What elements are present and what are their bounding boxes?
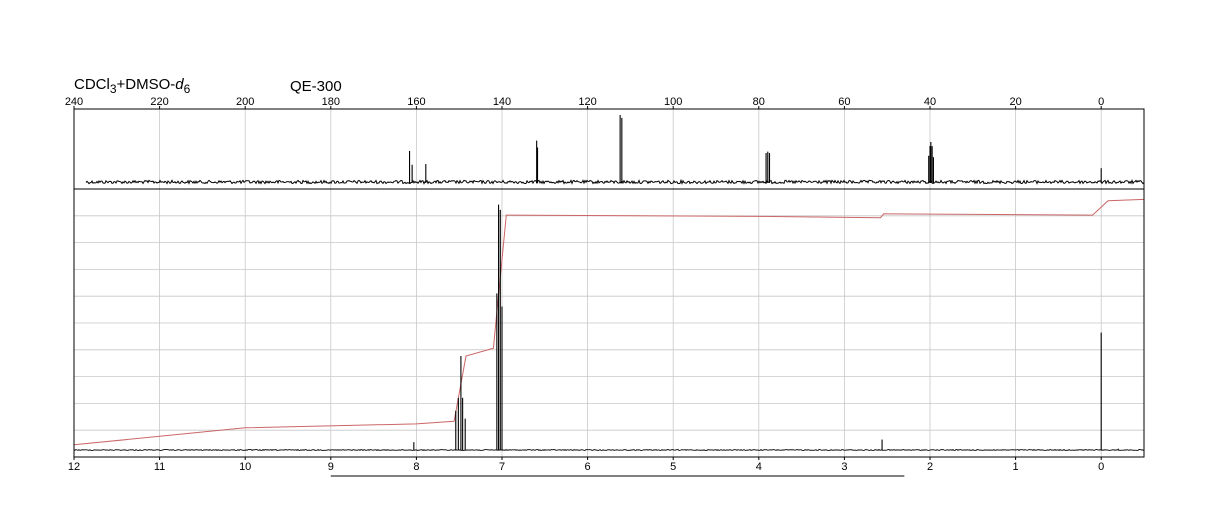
c13-tick-label: 180 xyxy=(322,96,340,108)
c13-x-axis: 240 220 200 180 160 140 120 100 80 60 40 20 0 xyxy=(65,96,1104,109)
c13-frame xyxy=(73,108,1145,190)
c13-tick-label: 0 xyxy=(1098,96,1104,108)
h1-tick-label: 0 xyxy=(1098,461,1104,473)
h1-tick-label: 11 xyxy=(154,461,165,473)
h1-grid xyxy=(74,189,1144,457)
c13-tick-label: 140 xyxy=(493,96,511,108)
h1-tick-label: 4 xyxy=(756,461,762,473)
h1-spectrum xyxy=(73,204,1145,451)
c13-tick-label: 40 xyxy=(924,96,936,108)
h1-tick-label: 7 xyxy=(499,461,505,473)
c13-tick-label: 20 xyxy=(1009,96,1021,108)
plot-frames xyxy=(73,108,1145,458)
c13-baseline-trace xyxy=(85,178,1145,186)
nmr-figure: CDCl3+DMSO-d6 QE-300 240 220 200 180 160 140 1… xyxy=(0,0,1224,528)
h1-tick-label: 2 xyxy=(927,461,933,473)
h1-tick-label: 9 xyxy=(328,461,334,473)
c13-tick-label: 240 xyxy=(65,96,83,108)
h1-tick-label: 8 xyxy=(413,461,419,473)
c13-tick-label: 120 xyxy=(578,96,596,108)
c13-tick-label: 160 xyxy=(407,96,425,108)
h1-tick-label: 10 xyxy=(239,461,251,473)
integral-curve xyxy=(73,198,1145,446)
c13-tick-label: 60 xyxy=(838,96,850,108)
h1-x-axis: 12 11 10 9 8 7 6 5 4 3 2 1 0 xyxy=(68,457,1104,477)
h1-integral-curve xyxy=(73,198,1145,446)
h1-tick-label: 12 xyxy=(68,461,80,473)
c13-tick-label: 80 xyxy=(753,96,765,108)
c13-tick-label: 100 xyxy=(664,96,682,108)
nmr-chart: 240 220 200 180 160 140 120 100 80 60 40 20 0 12 11 10… xyxy=(65,96,1145,477)
c13-tick-label: 220 xyxy=(150,96,168,108)
c13-spectrum xyxy=(85,115,1145,186)
h1-tick-label: 1 xyxy=(1013,461,1019,473)
h1-tick-label: 5 xyxy=(670,461,676,473)
h1-tick-label: 6 xyxy=(585,461,591,473)
h1-baseline-trace xyxy=(73,449,1145,451)
c13-grid xyxy=(159,109,1102,189)
h1-tick-label: 3 xyxy=(841,461,847,473)
c13-tick-label: 200 xyxy=(236,96,254,108)
